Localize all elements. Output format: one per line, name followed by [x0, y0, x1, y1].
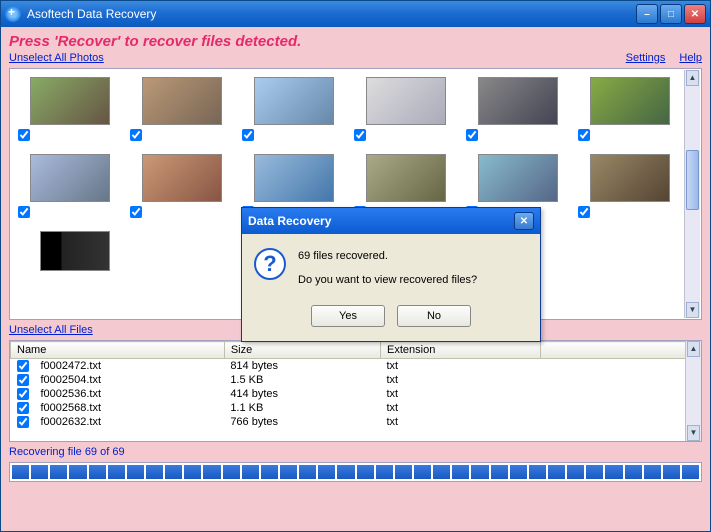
thumbnail-image — [478, 154, 558, 202]
window-title: Asoftech Data Recovery — [27, 7, 634, 21]
thumbnail-image — [40, 231, 110, 271]
photo-checkbox[interactable] — [130, 206, 142, 218]
file-name: f0002504.txt — [35, 373, 225, 387]
app-icon — [5, 6, 21, 22]
photo-checkbox[interactable] — [354, 129, 366, 141]
column-header-extension[interactable]: Extension — [381, 342, 541, 359]
photo-link-row: Unselect All Photos Settings Help — [9, 52, 702, 64]
file-ext: txt — [381, 359, 541, 374]
photo-item[interactable] — [466, 77, 558, 144]
table-row[interactable]: f0002568.txt1.1 KBtxt — [11, 401, 701, 415]
file-ext: txt — [381, 387, 541, 401]
file-checkbox[interactable] — [17, 416, 29, 428]
thumbnail-image — [590, 154, 670, 202]
scroll-thumb[interactable] — [686, 150, 699, 210]
question-icon: ? — [254, 248, 286, 280]
photo-item[interactable] — [130, 154, 222, 221]
dialog-line2: Do you want to view recovered files? — [298, 272, 477, 290]
file-ext: txt — [381, 401, 541, 415]
maximize-button[interactable]: □ — [660, 4, 682, 24]
dialog-message: 69 files recovered. Do you want to view … — [298, 248, 477, 289]
app-window: Asoftech Data Recovery – □ ✕ Press 'Reco… — [0, 0, 711, 532]
scroll-up-icon[interactable]: ▲ — [686, 70, 699, 86]
file-size: 1.1 KB — [224, 401, 380, 415]
photo-checkbox[interactable] — [578, 129, 590, 141]
file-size: 414 bytes — [224, 387, 380, 401]
recovery-dialog: Data Recovery ✕ ? 69 files recovered. Do… — [241, 207, 541, 342]
dialog-title: Data Recovery — [248, 214, 514, 228]
scroll-down-icon[interactable]: ▼ — [686, 302, 699, 318]
file-panel: Name Size Extension f0002472.txt814 byte… — [9, 340, 702, 442]
photo-item[interactable] — [130, 77, 222, 144]
photo-checkbox[interactable] — [242, 129, 254, 141]
file-checkbox[interactable] — [17, 388, 29, 400]
file-scrollbar[interactable]: ▲ ▼ — [685, 341, 701, 441]
photo-item[interactable] — [18, 154, 110, 221]
thumbnail-image — [254, 77, 334, 125]
photo-checkbox[interactable] — [18, 206, 30, 218]
help-link[interactable]: Help — [679, 52, 702, 64]
unselect-all-files-link[interactable]: Unselect All Files — [9, 324, 93, 336]
thumbnail-image — [366, 77, 446, 125]
photo-checkbox[interactable] — [130, 129, 142, 141]
file-size: 1.5 KB — [224, 373, 380, 387]
file-checkbox[interactable] — [17, 360, 29, 372]
scroll-down-icon[interactable]: ▼ — [687, 425, 700, 441]
file-size: 766 bytes — [224, 415, 380, 429]
photo-checkbox[interactable] — [18, 129, 30, 141]
yes-button[interactable]: Yes — [311, 305, 385, 327]
minimize-button[interactable]: – — [636, 4, 658, 24]
table-row[interactable]: f0002472.txt814 bytestxt — [11, 359, 701, 374]
close-button[interactable]: ✕ — [684, 4, 706, 24]
photo-item[interactable] — [354, 77, 446, 144]
file-ext: txt — [381, 373, 541, 387]
file-name: f0002536.txt — [35, 387, 225, 401]
no-button[interactable]: No — [397, 305, 471, 327]
unselect-all-photos-link[interactable]: Unselect All Photos — [9, 52, 104, 64]
photo-item[interactable] — [578, 154, 670, 221]
photo-scrollbar[interactable]: ▲ ▼ — [684, 70, 700, 318]
file-table: Name Size Extension f0002472.txt814 byte… — [10, 341, 701, 429]
column-header-size[interactable]: Size — [224, 342, 380, 359]
status-text: Recovering file 69 of 69 — [9, 446, 702, 458]
photo-item[interactable] — [18, 77, 110, 144]
dialog-titlebar: Data Recovery ✕ — [242, 208, 540, 234]
file-ext: txt — [381, 415, 541, 429]
thumbnail-image — [254, 154, 334, 202]
photo-item[interactable] — [242, 77, 334, 144]
column-header-name[interactable]: Name — [11, 342, 225, 359]
file-checkbox[interactable] — [17, 402, 29, 414]
dialog-close-button[interactable]: ✕ — [514, 212, 534, 230]
file-checkbox[interactable] — [17, 374, 29, 386]
file-size: 814 bytes — [224, 359, 380, 374]
table-row[interactable]: f0002536.txt414 bytestxt — [11, 387, 701, 401]
thumbnail-image — [590, 77, 670, 125]
file-name: f0002472.txt — [35, 359, 225, 374]
table-row[interactable]: f0002632.txt766 bytestxt — [11, 415, 701, 429]
titlebar: Asoftech Data Recovery – □ ✕ — [1, 1, 710, 27]
file-name: f0002632.txt — [35, 415, 225, 429]
thumbnail-image — [478, 77, 558, 125]
file-name: f0002568.txt — [35, 401, 225, 415]
thumbnail-image — [30, 154, 110, 202]
scroll-up-icon[interactable]: ▲ — [687, 341, 700, 357]
thumbnail-image — [142, 154, 222, 202]
progress-bar — [9, 462, 702, 482]
table-row[interactable]: f0002504.txt1.5 KBtxt — [11, 373, 701, 387]
dialog-line1: 69 files recovered. — [298, 248, 477, 266]
photo-checkbox[interactable] — [466, 129, 478, 141]
photo-item[interactable] — [18, 231, 110, 271]
instructions-text: Press 'Recover' to recover files detecte… — [9, 33, 702, 50]
thumbnail-image — [366, 154, 446, 202]
photo-item[interactable] — [578, 77, 670, 144]
photo-checkbox[interactable] — [578, 206, 590, 218]
thumbnail-image — [142, 77, 222, 125]
column-header-empty[interactable] — [541, 342, 701, 359]
settings-link[interactable]: Settings — [626, 52, 666, 64]
thumbnail-image — [30, 77, 110, 125]
